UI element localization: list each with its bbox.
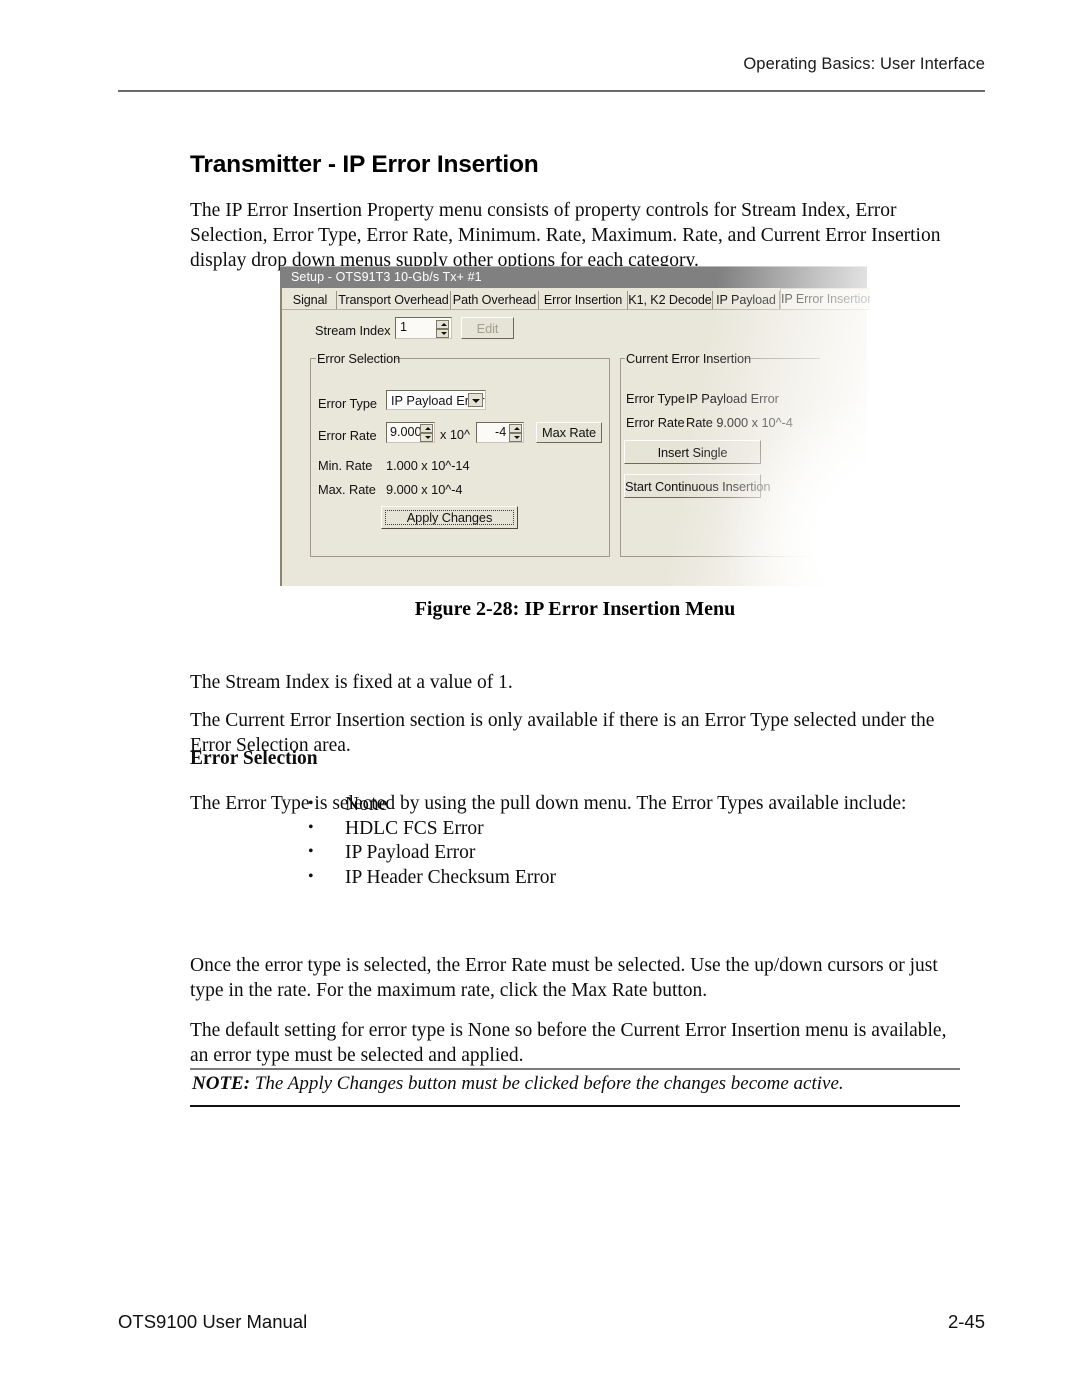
max-rate-value: 9.000 x 10^-4: [386, 482, 463, 497]
error-rate-mantissa-spinner[interactable]: [420, 424, 433, 442]
start-continuous-insertion-button[interactable]: Start Continuous Insertion: [624, 474, 770, 498]
insert-single-button[interactable]: Insert Single: [624, 440, 761, 464]
note-rule-top: [190, 1068, 960, 1070]
tab-error-insertion[interactable]: Error Insertion: [539, 291, 628, 309]
current-error-insertion-group: Current Error Insertion Error Type IP Pa…: [620, 351, 820, 557]
max-rate-label: Max. Rate: [318, 482, 376, 497]
tab-strip: Signal Transport Overhead Path Overhead …: [282, 288, 870, 310]
tab-transport-overhead[interactable]: Transport Overhead: [337, 291, 451, 309]
footer-page-number: 2-45: [947, 1311, 985, 1332]
tab-k1-k2-decode[interactable]: K1, K2 Decode: [628, 291, 713, 309]
running-header: Operating Basics: User Interface: [743, 55, 985, 73]
error-type-label: Error Type: [318, 396, 378, 411]
spinner-up-icon[interactable]: [436, 320, 449, 329]
stream-index-value: 1: [400, 320, 408, 334]
current-error-insertion-group-title: Current Error Insertion: [626, 351, 752, 366]
current-error-rate-label: Error Rate: [626, 415, 685, 430]
spinner-down-icon[interactable]: [420, 433, 433, 442]
header-rule: [118, 90, 985, 92]
current-error-type-value: IP Payload Error: [686, 391, 779, 406]
list-item: None: [308, 792, 556, 817]
min-rate-value: 1.000 x 10^-14: [386, 458, 470, 473]
list-item: IP Payload Error: [308, 840, 556, 865]
error-rate-mantissa-input[interactable]: 9.000: [386, 422, 435, 443]
default-setting-paragraph: The default setting for error type is No…: [190, 1019, 947, 1066]
error-selection-group: Error Selection Error Type IP Payload Er…: [310, 351, 610, 557]
error-selection-heading: Error Selection: [190, 748, 318, 769]
current-error-type-label: Error Type: [626, 391, 686, 406]
stream-index-spinner[interactable]: [436, 320, 449, 338]
error-rate-label: Error Rate: [318, 428, 377, 443]
error-rate-exponent-value: -4: [495, 425, 507, 439]
dialog-body: Signal Transport Overhead Path Overhead …: [280, 288, 870, 586]
apply-changes-button[interactable]: Apply Changes: [381, 506, 518, 529]
tab-ip-payload[interactable]: IP Payload: [713, 291, 780, 309]
error-selection-group-title: Error Selection: [317, 351, 401, 366]
note-rule-bottom: [190, 1105, 960, 1107]
spinner-up-icon[interactable]: [420, 424, 433, 433]
dialog-title-text: Setup - OTS91T3 10-Gb/s Tx+ #1: [291, 270, 482, 284]
current-error-rate-value: Rate 9.000 x 10^-4: [686, 415, 793, 430]
note-body: The Apply Changes button must be clicked…: [250, 1073, 844, 1094]
tab-path-overhead[interactable]: Path Overhead: [451, 291, 539, 309]
dialog-titlebar: Setup - OTS91T3 10-Gb/s Tx+ #1: [280, 266, 867, 288]
edit-button[interactable]: Edit: [461, 317, 514, 339]
note-block: NOTE: The Apply Changes button must be c…: [192, 1073, 982, 1095]
spinner-up-icon[interactable]: [509, 424, 522, 433]
error-type-combobox[interactable]: IP Payload Error: [386, 390, 486, 410]
error-rate-exponent-input[interactable]: -4: [476, 422, 524, 443]
error-type-intro-paragraph: The Error Type is selected by using the …: [190, 792, 907, 814]
spinner-down-icon[interactable]: [436, 329, 449, 338]
max-rate-button[interactable]: Max Rate: [536, 422, 602, 443]
min-rate-label: Min. Rate: [318, 458, 373, 473]
note-label: NOTE:: [192, 1073, 251, 1094]
list-item: IP Header Checksum Error: [308, 865, 556, 890]
times-ten-label: x 10^: [440, 427, 470, 442]
spinner-down-icon[interactable]: [509, 433, 522, 442]
stream-index-paragraph: The Stream Index is fixed at a value of …: [190, 671, 513, 693]
stream-index-label: Stream Index: [315, 323, 391, 338]
page-title: Transmitter - IP Error Insertion: [190, 151, 539, 179]
tab-ip-error-insertion[interactable]: IP Error Insertion: [780, 288, 870, 309]
chevron-down-icon[interactable]: [468, 393, 483, 407]
figure-caption: Figure 2-28: IP Error Insertion Menu: [414, 598, 736, 620]
once-selected-paragraph: Once the error type is selected, the Err…: [190, 954, 938, 1001]
figure-setup-dialog-screenshot: Setup - OTS91T3 10-Gb/s Tx+ #1 Signal Tr…: [280, 266, 870, 586]
error-types-list: None HDLC FCS Error IP Payload Error IP …: [308, 792, 556, 890]
stream-index-input[interactable]: 1: [395, 317, 452, 339]
error-rate-mantissa-value: 9.000: [390, 425, 422, 439]
error-rate-exponent-spinner[interactable]: [509, 424, 522, 442]
tab-signal[interactable]: Signal: [284, 291, 337, 309]
intro-paragraph: The IP Error Insertion Property menu con…: [190, 199, 941, 272]
list-item: HDLC FCS Error: [308, 816, 556, 841]
